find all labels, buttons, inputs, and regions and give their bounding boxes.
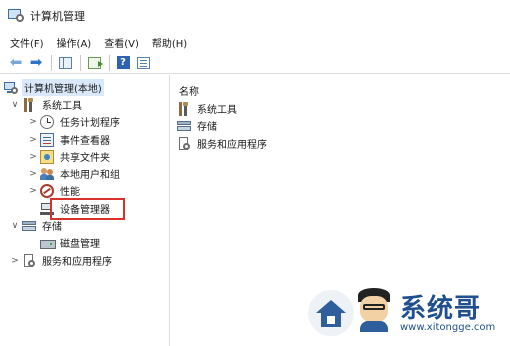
window-title: 计算机管理 [30, 10, 85, 23]
menu-help[interactable]: 帮助(H) [152, 35, 187, 50]
tree-item-event-viewer[interactable]: > 事件查看器 [28, 131, 112, 148]
toolbar-divider [51, 54, 52, 71]
chevron-right-icon[interactable]: > [28, 117, 38, 127]
tools-icon [177, 101, 191, 116]
properties-icon [136, 56, 150, 69]
tree-item-services-applications[interactable]: > 服务和应用程序 [10, 252, 114, 269]
services-icon [177, 136, 191, 151]
storage-icon [22, 219, 36, 233]
tools-icon [22, 97, 36, 112]
toolbar-divider [80, 54, 81, 71]
shared-folder-icon [40, 149, 54, 164]
tree-item-label: 任务计划程序 [60, 118, 120, 129]
list-item-services-applications[interactable]: 服务和应用程序 [177, 135, 269, 152]
tree-item-label: 性能 [60, 187, 80, 198]
list-item-label: 服务和应用程序 [197, 140, 267, 151]
performance-icon [40, 183, 54, 198]
back-arrow-icon: ⬅ [9, 53, 23, 71]
tree-item-label: 计算机管理(本地) [22, 79, 104, 96]
list-item-storage[interactable]: 存储 [177, 117, 219, 134]
tree-item-performance[interactable]: > 性能 [28, 182, 82, 199]
watermark-url: www.xitongge.com [400, 322, 496, 333]
toolbar-divider [109, 54, 110, 71]
chevron-right-icon[interactable]: > [10, 256, 20, 266]
tree-item-label: 磁盘管理 [60, 239, 100, 250]
tree-item-label: 事件查看器 [60, 136, 110, 147]
disk-icon [40, 236, 56, 250]
watermark: 系统哥 www.xitongge.com [308, 286, 508, 342]
menu-bar: 文件(F) 操作(A) 查看(V) 帮助(H) [0, 32, 510, 52]
help-icon: ? [116, 56, 130, 69]
forward-button[interactable]: ➡ [28, 55, 44, 71]
list-item-label: 系统工具 [197, 105, 237, 116]
export-list-button[interactable] [86, 55, 103, 71]
chevron-down-icon[interactable]: ∨ [10, 100, 20, 110]
menu-action[interactable]: 操作(A) [57, 35, 92, 50]
computer-management-icon [8, 9, 24, 23]
house-logo-icon [308, 290, 354, 336]
clock-icon [40, 114, 54, 129]
show-hide-console-tree-button[interactable] [57, 55, 73, 71]
chevron-right-icon[interactable]: > [28, 186, 38, 196]
tree-item-task-scheduler[interactable]: > 任务计划程序 [28, 113, 122, 130]
services-icon [22, 253, 36, 268]
event-log-icon [40, 132, 54, 147]
tree-item-root[interactable]: 计算机管理(本地) [4, 79, 104, 96]
toolbar: ⬅ ➡ ? [0, 52, 510, 74]
users-icon [40, 167, 54, 181]
forward-arrow-icon: ➡ [29, 53, 43, 71]
back-button[interactable]: ⬅ [8, 55, 24, 71]
list-item-label: 存储 [197, 122, 217, 133]
tree-item-label: 服务和应用程序 [42, 257, 112, 268]
tree-item-disk-management[interactable]: 磁盘管理 [40, 234, 102, 251]
highlight-box [50, 198, 125, 220]
tree-item-system-tools[interactable]: ∨ 系统工具 [10, 96, 84, 113]
tree-item-shared-folders[interactable]: > 共享文件夹 [28, 148, 112, 165]
chevron-right-icon[interactable]: > [28, 152, 38, 162]
tree-item-label: 本地用户和组 [60, 170, 120, 181]
chevron-down-icon[interactable]: ∨ [10, 221, 20, 231]
tree-item-local-users-groups[interactable]: > 本地用户和组 [28, 165, 122, 182]
list-item-system-tools[interactable]: 系统工具 [177, 100, 239, 117]
chevron-right-icon[interactable]: > [28, 169, 38, 179]
properties-button[interactable] [135, 55, 151, 71]
menu-file[interactable]: 文件(F) [10, 35, 44, 50]
tree-item-label: 共享文件夹 [60, 153, 110, 164]
watermark-brand: 系统哥 [400, 294, 482, 324]
menu-view[interactable]: 查看(V) [104, 35, 139, 50]
help-button[interactable]: ? [115, 55, 131, 71]
mascot-icon [354, 288, 394, 332]
storage-icon [177, 119, 191, 133]
computer-management-icon [4, 81, 18, 95]
column-header-name[interactable]: 名称 [179, 83, 199, 98]
title-bar: 计算机管理 [0, 0, 510, 32]
export-icon [87, 56, 103, 69]
tree-item-label: 系统工具 [42, 101, 82, 112]
chevron-right-icon[interactable]: > [28, 135, 38, 145]
console-tree-icon [58, 56, 72, 69]
